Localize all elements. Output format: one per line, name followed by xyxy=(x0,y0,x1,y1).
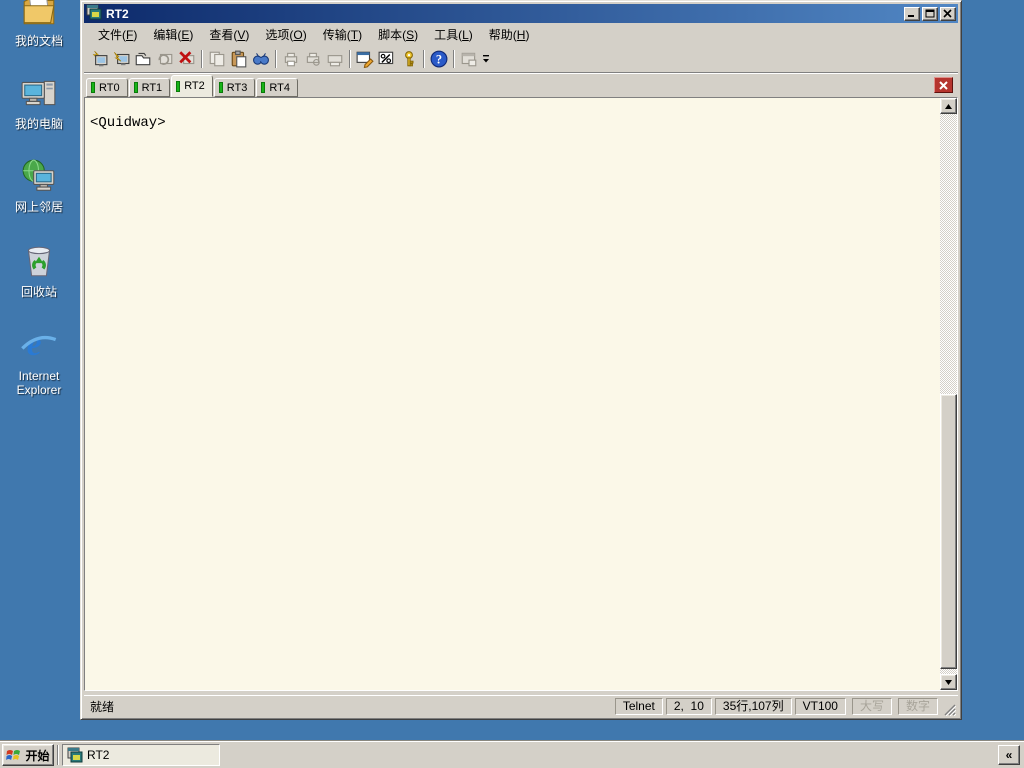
status-protocol: Telnet xyxy=(614,697,663,715)
scroll-up-icon[interactable] xyxy=(940,98,957,114)
desktop-icon-my-documents[interactable]: 我的文档 xyxy=(0,0,78,48)
find-icon[interactable] xyxy=(250,48,272,70)
start-button[interactable]: 开始 xyxy=(2,744,54,766)
connect-bar-icon[interactable] xyxy=(458,48,480,70)
connected-indicator xyxy=(218,82,223,93)
session-tab-bar: RT0 RT1 RT2 RT3 RT4 xyxy=(84,74,958,97)
toolbar-separator xyxy=(275,49,277,68)
terminal-prompt: <Quidway> xyxy=(90,115,166,131)
print-setup-icon[interactable] xyxy=(324,48,346,70)
status-ready: 就绪 xyxy=(90,699,115,714)
my-computer-icon xyxy=(0,74,78,115)
desktop-icon-label: 我的电脑 xyxy=(14,117,63,131)
desktop-icon-network-places[interactable]: 网上邻居 xyxy=(0,157,78,214)
vertical-scrollbar[interactable] xyxy=(940,98,957,690)
statusbar: 就绪 Telnet 2, 10 35行,107列 VT100 大写 数字 xyxy=(84,695,958,717)
menu-script[interactable]: 脚本(S) xyxy=(370,24,426,45)
tab-rt1[interactable]: RT1 xyxy=(128,78,171,97)
menubar: 文件(F) 编辑(E) 查看(V) 选项(O) 传输(T) 脚本(S) 工具(L… xyxy=(84,24,958,45)
taskbar: 开始 RT2 « xyxy=(0,741,1024,768)
status-num-lock: 数字 xyxy=(897,697,938,715)
tab-rt0[interactable]: RT0 xyxy=(86,78,128,97)
desktop-icon-internet-explorer[interactable]: e Internet Explorer xyxy=(0,324,78,397)
keymap-editor-icon[interactable] xyxy=(376,48,398,70)
windows-logo-icon xyxy=(6,750,21,760)
my-documents-icon xyxy=(0,0,78,32)
toolbar-separator xyxy=(453,49,455,68)
taskbar-divider xyxy=(57,745,59,765)
key-agent-icon[interactable] xyxy=(398,48,420,70)
session-options-icon[interactable] xyxy=(354,48,376,70)
help-icon[interactable]: ? xyxy=(428,48,450,70)
connected-indicator xyxy=(133,82,138,93)
paste-icon[interactable] xyxy=(228,48,250,70)
disconnect-icon[interactable] xyxy=(176,48,198,70)
desktop-icon-recycle-bin[interactable]: 回收站 xyxy=(0,242,78,299)
desktop-icon-my-computer[interactable]: 我的电脑 xyxy=(0,74,78,131)
recycle-bin-icon xyxy=(0,242,78,283)
connect-in-tab-icon[interactable] xyxy=(132,48,154,70)
menu-file[interactable]: 文件(F) xyxy=(90,24,145,45)
connected-indicator xyxy=(91,82,95,93)
titlebar[interactable]: RT2 xyxy=(84,4,958,23)
reconnect-icon[interactable] xyxy=(154,48,176,70)
minimize-button[interactable] xyxy=(904,6,920,21)
toolbar-separator xyxy=(201,49,203,68)
terminal-area: <Quidway> xyxy=(84,97,958,691)
print-preview-icon[interactable] xyxy=(302,48,324,70)
toolbar-separator xyxy=(349,49,351,68)
task-label: RT2 xyxy=(87,748,110,762)
desktop-icon-label: 我的文档 xyxy=(14,34,63,48)
start-label: 开始 xyxy=(25,748,50,763)
taskbar-window-button[interactable]: RT2 xyxy=(62,744,220,766)
maximize-button[interactable] xyxy=(922,6,938,21)
status-caps-lock: 大写 xyxy=(851,697,892,715)
status-terminal-size: 35行,107列 xyxy=(714,697,792,715)
status-cursor-position: 2, 10 xyxy=(665,697,712,715)
menu-help[interactable]: 帮助(H) xyxy=(481,24,538,45)
desktop-icon-label: Internet Explorer xyxy=(16,369,62,397)
svg-text:?: ? xyxy=(436,52,442,66)
toolbar: ? xyxy=(84,45,958,73)
app-icon xyxy=(86,4,102,23)
toolbar-separator xyxy=(423,49,425,68)
menu-tools[interactable]: 工具(L) xyxy=(426,24,481,45)
connected-indicator xyxy=(261,82,266,93)
desktop-icon-label: 网上邻居 xyxy=(14,200,63,214)
menu-view[interactable]: 查看(V) xyxy=(201,24,257,45)
connect-icon[interactable] xyxy=(110,48,132,70)
desktop: 我的文档 我的电脑 网上邻居 回收站 e Internet Explorer R… xyxy=(0,0,1024,768)
connected-indicator xyxy=(176,80,181,92)
menu-options[interactable]: 选项(O) xyxy=(257,24,314,45)
resize-grip[interactable] xyxy=(942,702,957,717)
toolbar-overflow-icon[interactable] xyxy=(480,48,493,70)
close-button[interactable] xyxy=(940,6,956,21)
status-emulation: VT100 xyxy=(794,697,846,715)
terminal-screen[interactable]: <Quidway> xyxy=(85,98,940,690)
securecrt-window: RT2 文件(F) 编辑(E) 查看(V) 选项(O) 传输(T) 脚本(S) … xyxy=(80,0,962,720)
scrollbar-thumb[interactable] xyxy=(940,394,957,669)
internet-explorer-icon: e xyxy=(0,324,78,367)
tab-rt2[interactable]: RT2 xyxy=(171,75,213,97)
desktop-icon-label: 回收站 xyxy=(20,285,57,299)
copy-icon[interactable] xyxy=(206,48,228,70)
scroll-down-icon[interactable] xyxy=(940,674,957,690)
menu-transfer[interactable]: 传输(T) xyxy=(315,24,370,45)
tab-close-icon[interactable] xyxy=(934,77,953,93)
network-places-icon xyxy=(0,157,78,198)
quick-connect-icon[interactable] xyxy=(88,48,110,70)
menu-edit[interactable]: 编辑(E) xyxy=(145,24,201,45)
window-title: RT2 xyxy=(106,6,129,21)
tab-rt4[interactable]: RT4 xyxy=(256,78,298,97)
print-icon[interactable] xyxy=(280,48,302,70)
tab-rt3[interactable]: RT3 xyxy=(213,78,256,97)
tray-collapse-button[interactable]: « xyxy=(998,745,1020,765)
app-icon xyxy=(67,747,83,763)
